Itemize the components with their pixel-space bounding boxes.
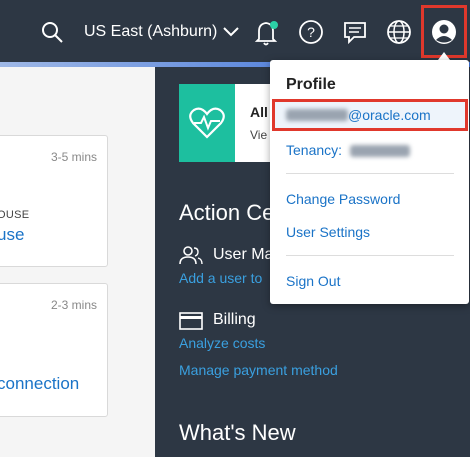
profile-button[interactable]: [421, 5, 467, 58]
globe-icon[interactable]: [385, 18, 413, 46]
sign-out-link[interactable]: Sign Out: [286, 273, 340, 289]
top-navigation-bar: US East (Ashburn) ?: [0, 0, 470, 62]
user-icon: [431, 19, 457, 45]
bell-icon[interactable]: [253, 18, 281, 48]
region-label: US East (Ashburn): [84, 23, 218, 40]
svg-text:?: ?: [307, 24, 315, 40]
profile-email-link[interactable]: @oracle.com: [272, 99, 468, 131]
action-center-title: Action Ce: [179, 200, 275, 225]
dropdown-caret: [438, 52, 450, 60]
card-subtitle: OUSE: [0, 209, 30, 221]
left-content-area: 3-5 mins OUSE use 2-3 mins connection: [0, 67, 155, 457]
promo-title: All: [250, 104, 268, 120]
credit-card-icon: [179, 312, 203, 335]
whats-new-title: What's New: [179, 420, 296, 445]
card-link[interactable]: use: [0, 225, 24, 245]
users-icon: [179, 245, 203, 270]
tenancy-label: Tenancy:: [286, 142, 343, 158]
card-link[interactable]: connection: [0, 374, 79, 394]
user-management-label: User Ma: [213, 246, 274, 263]
profile-dropdown: Profile @oracle.com Tenancy: Change Pass…: [270, 60, 469, 304]
add-user-link[interactable]: Add a user to: [179, 270, 262, 286]
search-icon[interactable]: [38, 18, 66, 46]
help-icon[interactable]: ?: [297, 18, 325, 46]
promo-tile: [179, 84, 235, 162]
quickstart-card[interactable]: 3-5 mins OUSE use: [0, 135, 108, 267]
chevron-down-icon: [223, 27, 240, 37]
heart-pulse-icon: [188, 106, 226, 140]
profile-title: Profile: [286, 76, 336, 93]
change-password-link[interactable]: Change Password: [286, 191, 400, 207]
redacted-username: [286, 109, 348, 121]
tenancy-link[interactable]: Tenancy:: [286, 142, 410, 158]
chat-icon[interactable]: [341, 18, 369, 46]
card-duration: 2-3 mins: [50, 298, 97, 312]
quickstart-card[interactable]: 2-3 mins connection: [0, 283, 108, 417]
promo-subtitle: Vie: [250, 128, 268, 142]
user-settings-link[interactable]: User Settings: [286, 224, 370, 240]
billing-label: Billing: [213, 311, 256, 328]
card-duration: 3-5 mins: [50, 150, 97, 164]
menu-divider: [286, 255, 454, 256]
menu-divider: [286, 173, 454, 174]
region-selector[interactable]: US East (Ashburn): [84, 19, 240, 45]
redacted-tenancy: [349, 145, 410, 158]
email-domain: @oracle.com: [348, 107, 431, 123]
manage-payment-link[interactable]: Manage payment method: [179, 362, 338, 378]
analyze-costs-link[interactable]: Analyze costs: [179, 335, 265, 351]
